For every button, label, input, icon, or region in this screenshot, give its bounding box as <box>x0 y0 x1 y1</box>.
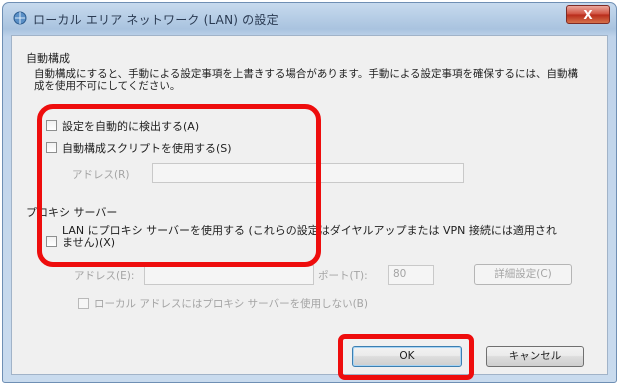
proxy-port-input[interactable]: 80 <box>388 265 434 285</box>
auto-config-description: 自動構成にすると、手動による設定事項を上書きする場合があります。手動による設定事… <box>34 68 579 92</box>
window-title: ローカル エリア ネットワーク (LAN) の設定 <box>33 13 279 27</box>
bypass-local-label[interactable]: ローカル アドレスにはプロキシ サーバーを使用しない(B) <box>94 296 368 311</box>
bypass-local-checkbox[interactable] <box>78 298 89 309</box>
cancel-button[interactable]: キャンセル <box>486 346 584 367</box>
proxy-address-label: アドレス(E): <box>74 270 135 282</box>
network-settings-icon <box>13 11 27 25</box>
title-bar[interactable]: ローカル エリア ネットワーク (LAN) の設定 X <box>3 3 616 35</box>
advanced-settings-button[interactable]: 詳細設定(C) <box>474 264 572 285</box>
proxy-port-value: 80 <box>393 268 407 280</box>
highlight-ok-button <box>338 334 474 380</box>
close-button[interactable]: X <box>566 5 610 24</box>
proxy-port-label: ポート(T): <box>318 270 368 282</box>
highlight-auto-config-and-proxy <box>37 104 321 267</box>
auto-config-section-label: 自動構成 <box>26 52 70 65</box>
proxy-address-input[interactable] <box>144 265 314 285</box>
